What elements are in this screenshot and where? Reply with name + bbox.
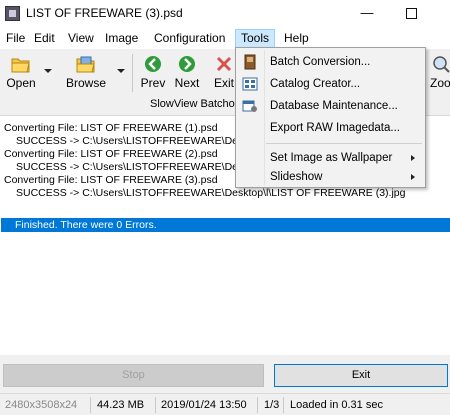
- status-separator: [90, 397, 91, 413]
- folder-open-icon: [11, 58, 30, 73]
- status-datetime: 2019/01/24 13:50: [161, 399, 247, 411]
- batch-conversion-icon: [244, 54, 256, 70]
- tools-menu: Batch Conversion... Catalog Creator... D…: [235, 47, 426, 188]
- stop-button[interactable]: Stop: [3, 364, 264, 387]
- menu-configuration[interactable]: Configuration: [149, 29, 230, 48]
- minimize-button[interactable]: —: [357, 4, 377, 24]
- status-loadtime: Loaded in 0.31 sec: [290, 399, 383, 411]
- open-button[interactable]: Open: [3, 52, 39, 94]
- open-dropdown-arrow[interactable]: [44, 69, 52, 73]
- log-line: Converting File: LIST OF FREEWARE (2).ps…: [4, 148, 218, 160]
- menu-file[interactable]: File: [1, 29, 30, 48]
- menu-item-database-maintenance[interactable]: Database Maintenance...: [236, 95, 425, 117]
- status-filesize: 44.23 MB: [97, 399, 145, 411]
- menu-help[interactable]: Help: [279, 29, 314, 48]
- browse-dropdown-arrow[interactable]: [117, 69, 125, 73]
- finished-message: Finished. There were 0 Errors.: [1, 218, 450, 232]
- menu-image[interactable]: Image: [100, 29, 143, 48]
- batch-title: SlowView Batcho: [150, 98, 235, 110]
- zoom-button[interactable]: Zoo: [430, 52, 450, 94]
- menu-item-label: Database Maintenance...: [270, 100, 398, 112]
- zoom-label: Zoo: [430, 76, 450, 90]
- log-line: Converting File: LIST OF FREEWARE (1).ps…: [4, 122, 218, 134]
- status-bar: 2480x3508x24 44.23 MB 2019/01/24 13:50 1…: [0, 393, 450, 415]
- status-page: 1/3: [264, 399, 280, 411]
- log-line: Converting File: LIST OF FREEWARE (3).ps…: [4, 174, 218, 186]
- app-icon: [5, 6, 20, 21]
- maximize-button[interactable]: [406, 8, 417, 19]
- menu-item-batch-conversion[interactable]: Batch Conversion...: [236, 51, 425, 73]
- exit-button[interactable]: Exit: [274, 364, 448, 387]
- menu-bar: File Edit View Image Configuration Tools…: [0, 29, 450, 49]
- submenu-arrow-icon: [411, 155, 415, 161]
- arrow-right-icon: [179, 56, 195, 72]
- menu-item-export-raw[interactable]: Export RAW Imagedata...: [236, 117, 425, 139]
- status-separator: [257, 397, 258, 413]
- status-dimensions: 2480x3508x24: [5, 399, 78, 411]
- toolbar-separator: [132, 54, 133, 92]
- browse-button[interactable]: Browse: [64, 52, 108, 94]
- status-separator: [283, 397, 284, 413]
- menu-item-label: Batch Conversion...: [270, 56, 371, 68]
- menu-item-slideshow[interactable]: Slideshow: [236, 166, 425, 188]
- menu-item-label: Slideshow: [270, 171, 323, 183]
- bottom-button-bar: Stop Exit: [0, 355, 450, 393]
- catalog-creator-icon: [242, 77, 258, 91]
- menu-item-label: Export RAW Imagedata...: [270, 122, 400, 134]
- prev-button[interactable]: Prev: [139, 52, 167, 94]
- prev-label: Prev: [140, 76, 166, 90]
- menu-item-catalog-creator[interactable]: Catalog Creator...: [236, 73, 425, 95]
- log-line: SUCCESS -> C:\Users\LISTOFFREEWARE\Deskt…: [16, 187, 406, 199]
- log-line: SUCCESS -> C:\Users\LISTOFFREEWARE\Desk: [16, 161, 249, 173]
- browse-label: Browse: [65, 76, 106, 90]
- menu-edit[interactable]: Edit: [29, 29, 60, 48]
- log-line: SUCCESS -> C:\Users\LISTOFFREEWARE\Desk: [16, 135, 249, 147]
- next-button[interactable]: Next: [173, 52, 201, 94]
- exit-toolbar-button[interactable]: Exit: [213, 52, 235, 94]
- database-maintenance-icon: [242, 100, 257, 112]
- browse-folder-icon: [76, 56, 95, 73]
- window-title: LIST OF FREEWARE (3).psd: [26, 6, 183, 20]
- menu-separator: [266, 143, 422, 144]
- menu-item-label: Catalog Creator...: [270, 78, 361, 90]
- exit-x-icon: [216, 56, 232, 72]
- exit-toolbar-label: Exit: [213, 76, 234, 90]
- arrow-left-icon: [145, 56, 161, 72]
- next-label: Next: [174, 76, 200, 90]
- menu-view[interactable]: View: [63, 29, 99, 48]
- title-bar: LIST OF FREEWARE (3).psd —: [0, 0, 450, 29]
- open-label: Open: [6, 76, 36, 90]
- submenu-arrow-icon: [411, 174, 415, 180]
- menu-tools[interactable]: Tools: [235, 29, 276, 48]
- status-separator: [155, 397, 156, 413]
- zoom-icon: [433, 56, 450, 73]
